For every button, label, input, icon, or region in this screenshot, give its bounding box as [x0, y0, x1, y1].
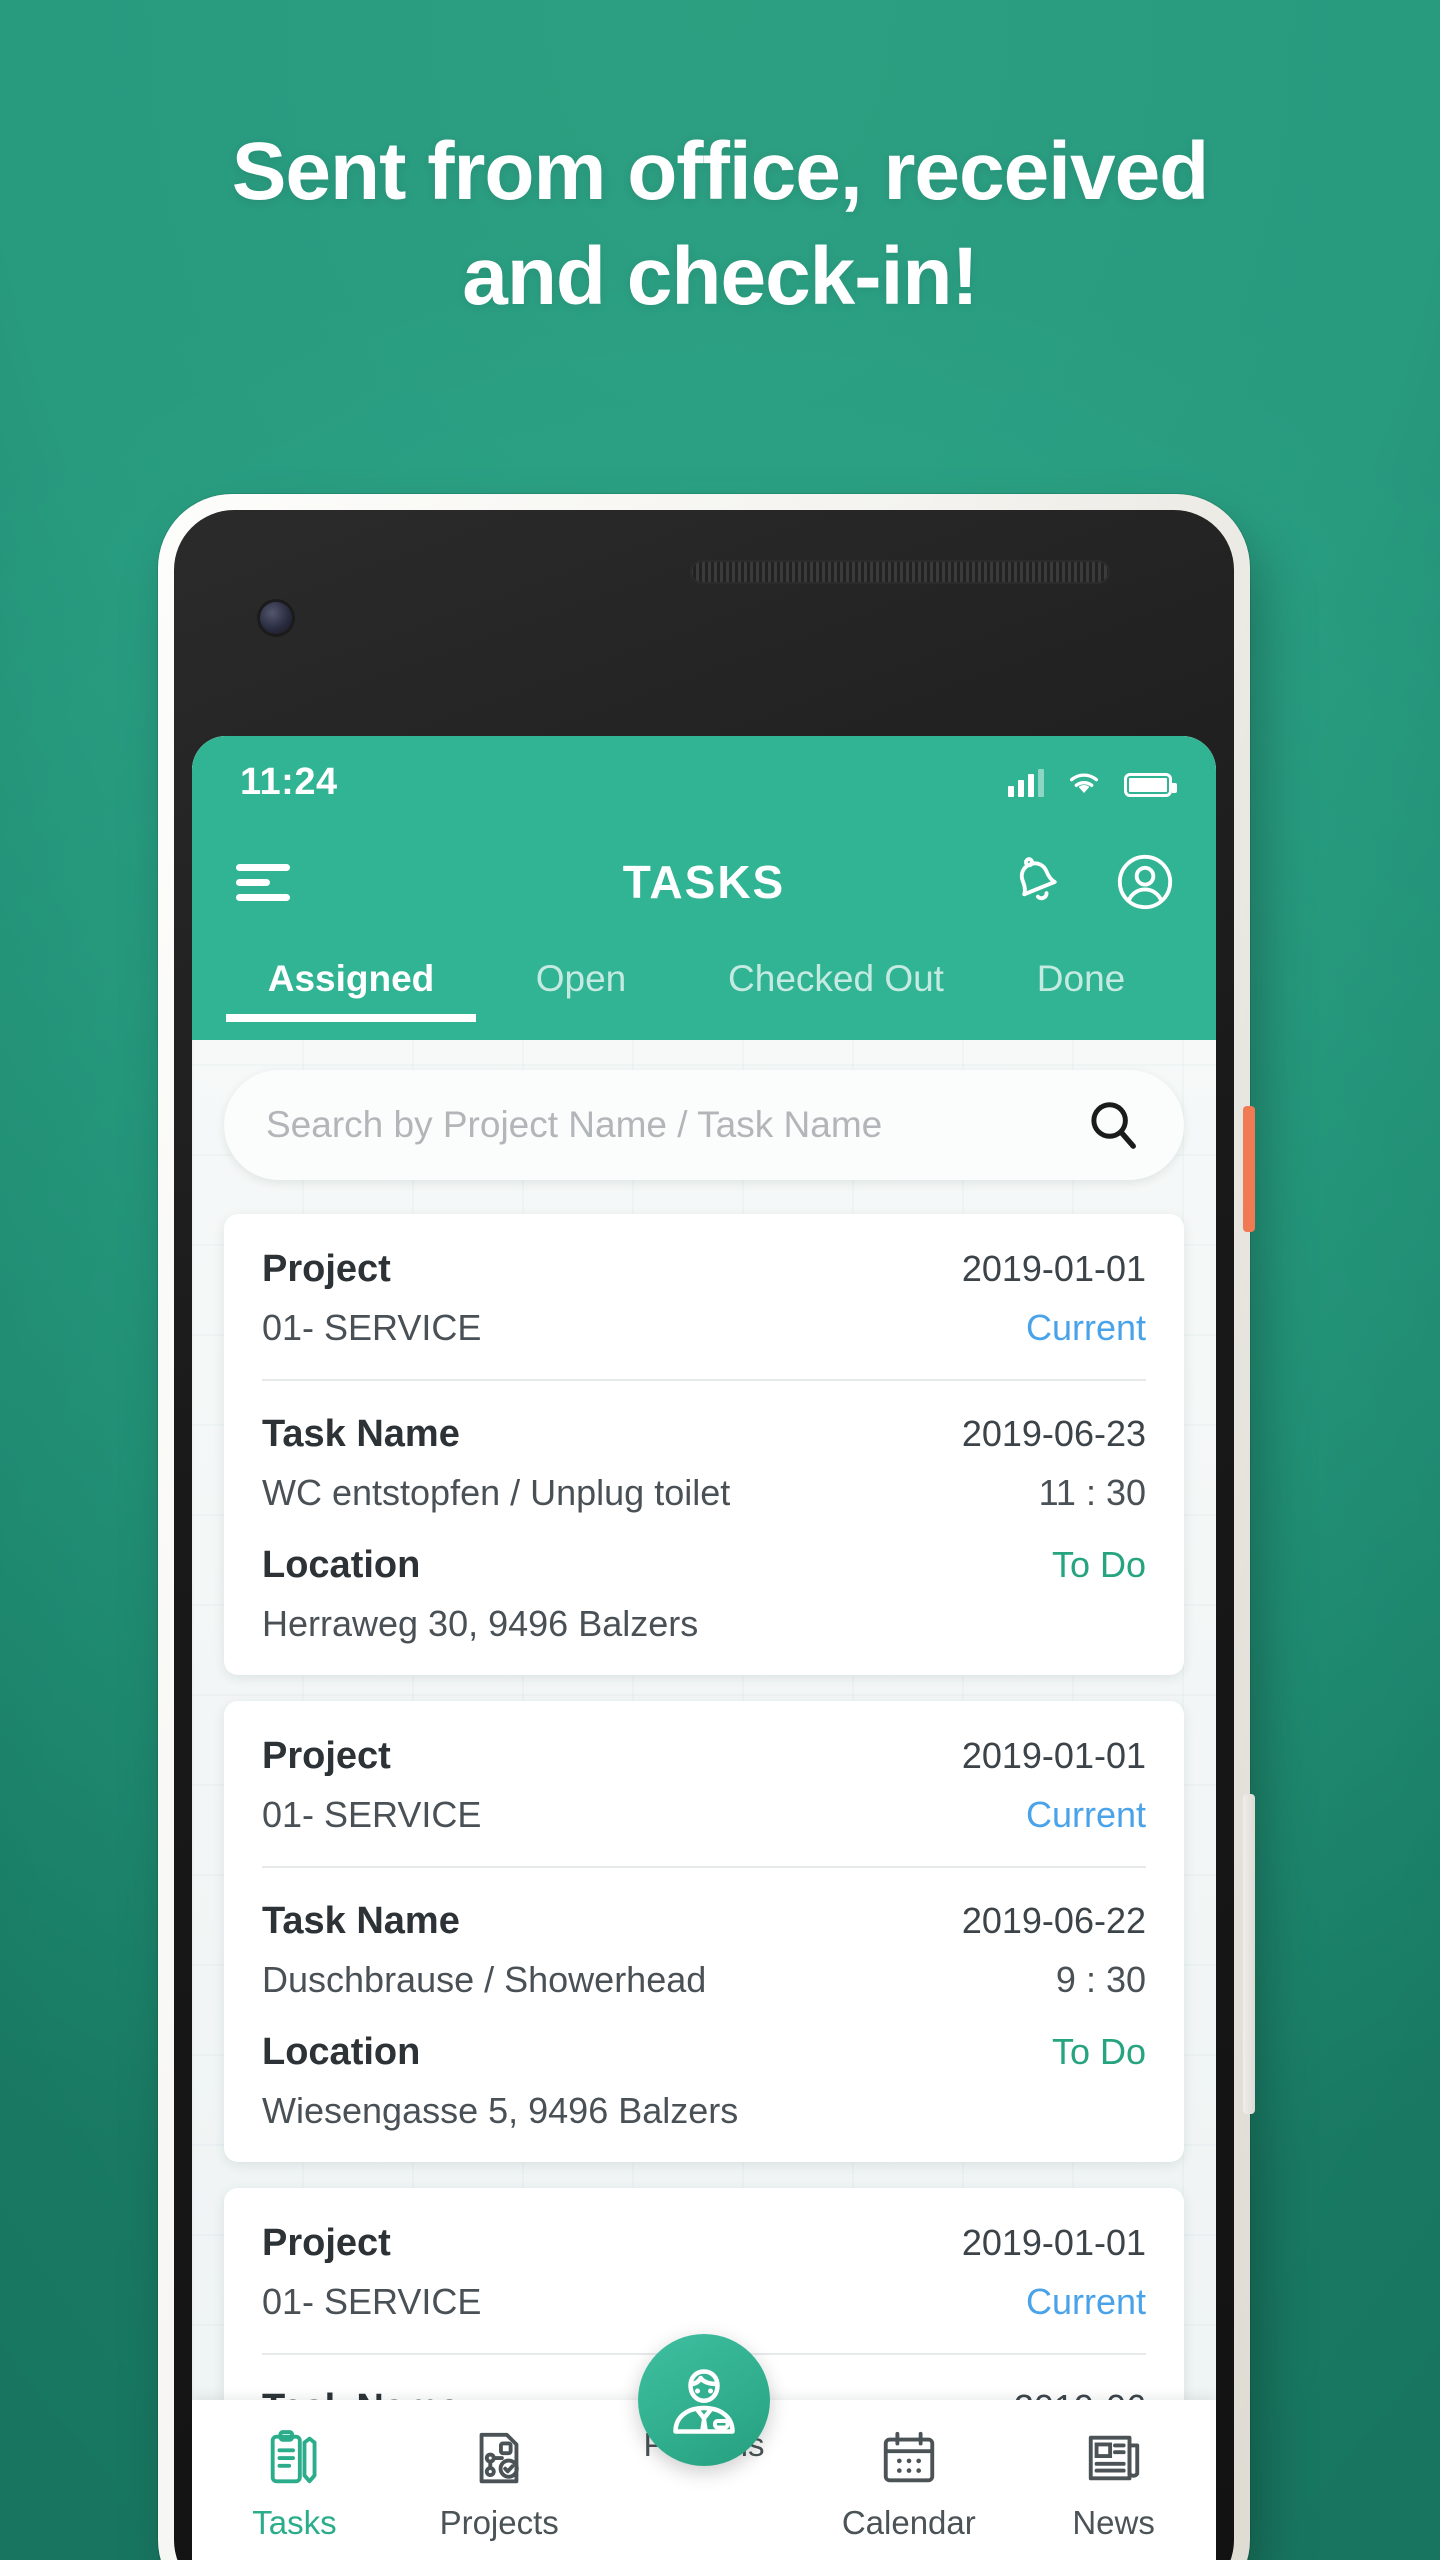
- nav-item-tasks[interactable]: Tasks: [192, 2426, 397, 2542]
- persons-fab[interactable]: [638, 2334, 770, 2466]
- task-name-label: Task Name: [262, 1900, 460, 1942]
- tab-done[interactable]: Done: [986, 950, 1176, 1022]
- project-status-badge: Current: [1025, 1794, 1146, 1835]
- nav-label-news: News: [1072, 2504, 1155, 2541]
- project-status-badge: Current: [1025, 1307, 1146, 1348]
- project-label: Project: [262, 2222, 391, 2264]
- wifi-icon: [1070, 773, 1098, 793]
- location-value-row: Wiesengasse 5, 9496 Balzers: [262, 2090, 1146, 2132]
- location-value-row: Herraweg 30, 9496 Balzers: [262, 1603, 1146, 1645]
- task-value-row: Duschbrause / Showerhead 9 : 30: [262, 1959, 1146, 2001]
- project-date: 2019-01-01: [961, 1248, 1146, 1289]
- status-bar-time: 11:24: [240, 760, 338, 803]
- task-header-row: Task Name 2019-06-22: [262, 1900, 1146, 1943]
- tab-bar: Assigned Open Checked Out Done: [192, 936, 1216, 1040]
- search-icon[interactable]: [1086, 1098, 1140, 1152]
- bottom-navigation: Tasks Projects Calendar News: [192, 2334, 1216, 2560]
- location-header-row: Location To Do: [262, 1544, 1146, 1587]
- card-divider: [262, 1379, 1146, 1381]
- calendar-icon: [878, 2426, 940, 2490]
- nav-item-projects[interactable]: Projects: [397, 2426, 602, 2542]
- location-address: Herraweg 30, 9496 Balzers: [262, 1603, 699, 1644]
- phone-screen-bezel: 11:24 TASKS Assigned Open Checked Out Do…: [174, 510, 1234, 2560]
- volume-button[interactable]: [1243, 1794, 1255, 2114]
- project-name: 01- SERVICE: [262, 2281, 482, 2322]
- status-bar-icons: [1008, 767, 1177, 797]
- task-date: 2019-06-22: [961, 1900, 1146, 1941]
- earpiece-speaker-icon: [690, 560, 1110, 584]
- phone-mockup: 11:24 TASKS Assigned Open Checked Out Do…: [158, 494, 1278, 2560]
- project-header-row: Project 2019-01-01: [262, 1735, 1146, 1778]
- headline-line-1: Sent from office, received: [231, 126, 1210, 217]
- search-bar[interactable]: Search by Project Name / Task Name: [224, 1070, 1184, 1180]
- nav-label-projects: Projects: [439, 2504, 559, 2541]
- app-bar-actions: [1006, 851, 1176, 913]
- project-label: Project: [262, 1248, 391, 1290]
- project-name: 01- SERVICE: [262, 1307, 482, 1348]
- task-time: 9 : 30: [1055, 1959, 1146, 2000]
- newspaper-icon: [1083, 2426, 1145, 2490]
- status-bar: 11:24: [192, 736, 1216, 828]
- tab-open[interactable]: Open: [476, 950, 686, 1022]
- nav-item-persons[interactable]: Persons: [602, 2334, 807, 2466]
- bell-icon[interactable]: [1006, 851, 1068, 913]
- tab-assigned[interactable]: Assigned: [226, 950, 476, 1022]
- app-screen: 11:24 TASKS Assigned Open Checked Out Do…: [192, 736, 1216, 2560]
- project-header-row: Project 2019-01-01: [262, 1248, 1146, 1291]
- search-input[interactable]: Search by Project Name / Task Name: [266, 1104, 1086, 1146]
- phone-body: 11:24 TASKS Assigned Open Checked Out Do…: [158, 494, 1255, 2560]
- project-value-row: 01- SERVICE Current: [262, 2281, 1146, 2323]
- card-divider: [262, 1866, 1146, 1868]
- task-name: Duschbrause / Showerhead: [262, 1959, 707, 2000]
- hamburger-menu-icon[interactable]: [236, 856, 290, 909]
- power-button[interactable]: [1243, 1106, 1255, 1232]
- project-value-row: 01- SERVICE Current: [262, 1307, 1146, 1349]
- task-status-badge: To Do: [1051, 1544, 1146, 1585]
- promo-headline: Sent from office, received and check-in!: [0, 120, 1440, 330]
- nav-label-tasks: Tasks: [252, 2504, 337, 2541]
- task-card[interactable]: Project 2019-01-01 01- SERVICE Current T…: [224, 1701, 1184, 2162]
- task-time: 11 : 30: [1038, 1472, 1146, 1513]
- battery-icon: [1124, 773, 1177, 797]
- task-name: WC entstopfen / Unplug toilet: [262, 1472, 731, 1513]
- location-header-row: Location To Do: [262, 2031, 1146, 2074]
- clipboard-pen-icon: [263, 2426, 325, 2490]
- person-worker-icon: [673, 2369, 735, 2434]
- project-date: 2019-01-01: [961, 2222, 1146, 2263]
- location-address: Wiesengasse 5, 9496 Balzers: [262, 2090, 739, 2131]
- project-header-row: Project 2019-01-01: [262, 2222, 1146, 2265]
- project-value-row: 01- SERVICE Current: [262, 1794, 1146, 1836]
- task-name-label: Task Name: [262, 1413, 460, 1455]
- project-date: 2019-01-01: [961, 1735, 1146, 1776]
- project-map-icon: [468, 2426, 530, 2490]
- signal-icon: [1008, 769, 1044, 797]
- project-name: 01- SERVICE: [262, 1794, 482, 1835]
- location-label: Location: [262, 1544, 421, 1586]
- user-account-icon[interactable]: [1114, 851, 1176, 913]
- task-list: Search by Project Name / Task Name Proje…: [192, 1040, 1216, 2518]
- headline-line-2: and check-in!: [462, 230, 979, 322]
- project-status-badge: Current: [1025, 2281, 1146, 2322]
- nav-label-calendar: Calendar: [841, 2504, 976, 2541]
- task-card[interactable]: Project 2019-01-01 01- SERVICE Current T…: [224, 1214, 1184, 1675]
- task-value-row: WC entstopfen / Unplug toilet 11 : 30: [262, 1472, 1146, 1514]
- location-label: Location: [262, 2031, 421, 2073]
- nav-item-news[interactable]: News: [1011, 2426, 1216, 2542]
- task-status-badge: To Do: [1051, 2031, 1146, 2072]
- task-header-row: Task Name 2019-06-23: [262, 1413, 1146, 1456]
- front-camera-icon: [260, 602, 292, 634]
- tab-checked-out[interactable]: Checked Out: [686, 950, 986, 1022]
- nav-item-calendar[interactable]: Calendar: [806, 2426, 1011, 2542]
- project-label: Project: [262, 1735, 391, 1777]
- task-date: 2019-06-23: [961, 1413, 1146, 1454]
- app-bar: TASKS: [192, 828, 1216, 936]
